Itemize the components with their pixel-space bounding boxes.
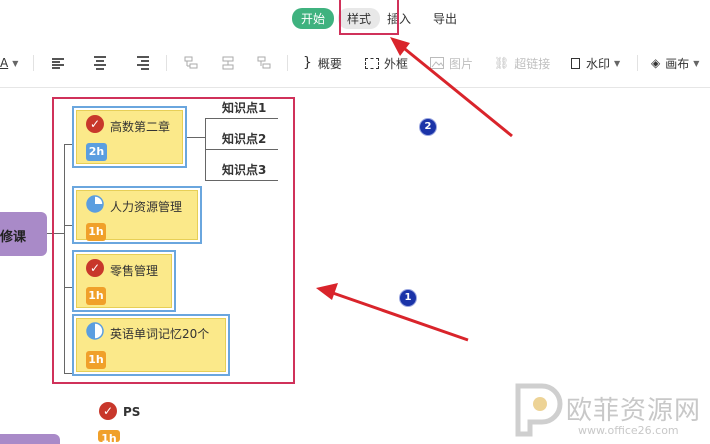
step-badge: 1	[399, 289, 417, 307]
arrow-icon	[316, 283, 469, 342]
watermark-text: 欧菲资源网	[566, 396, 702, 426]
arrow-icon	[390, 37, 513, 138]
annotation-arrows	[316, 37, 513, 342]
step-badge: 2	[419, 118, 437, 136]
office26-logo-icon	[515, 383, 563, 437]
watermark-url: www.office26.com	[578, 424, 679, 437]
